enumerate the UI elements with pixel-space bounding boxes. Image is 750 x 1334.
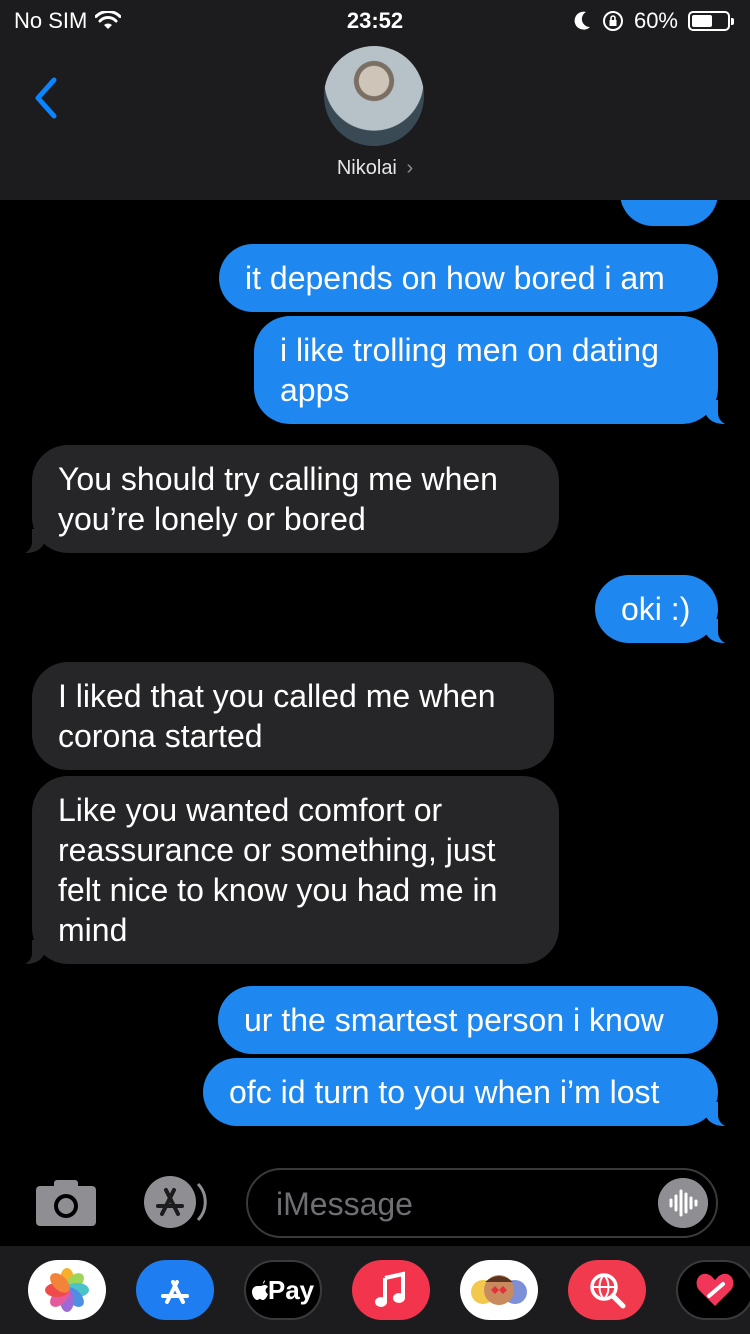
app-store-button-icon[interactable] xyxy=(140,1174,212,1230)
memoji-faces-icon xyxy=(471,1275,527,1305)
photos-flower-icon xyxy=(45,1268,89,1312)
photos-icon[interactable] xyxy=(28,1260,106,1320)
status-right: 60% xyxy=(572,8,734,34)
digital-touch-icon[interactable] xyxy=(676,1260,750,1320)
globe-search-icon xyxy=(590,1273,626,1309)
message-bubble-outgoing[interactable]: oki :) xyxy=(595,575,740,644)
message-bubble-incoming[interactable]: I liked that you called me when corona s… xyxy=(32,662,554,770)
app-drawer: Pay xyxy=(0,1246,750,1334)
contact-name-button[interactable]: Nikolai › xyxy=(0,157,750,180)
battery-icon xyxy=(688,11,734,31)
message-text: ur the smartest person i know xyxy=(244,1002,664,1038)
conversation-header: No SIM 23:52 60% Nikolai › xyxy=(0,0,750,200)
app-store-glyph-icon xyxy=(161,1280,189,1304)
message-field[interactable] xyxy=(246,1168,718,1238)
contact-avatar[interactable] xyxy=(324,46,424,146)
message-text: i like trolling men on dating apps xyxy=(280,332,659,408)
message-bubble-outgoing[interactable]: ofc id turn to you when i’m lost xyxy=(203,1058,740,1127)
message-thread: it depends on how bored i am i like trol… xyxy=(0,200,750,1160)
heart-icon xyxy=(696,1273,734,1306)
message-text: I liked that you called me when corona s… xyxy=(58,678,496,754)
audio-message-icon[interactable] xyxy=(658,1178,708,1228)
status-bar: No SIM 23:52 60% xyxy=(0,0,750,42)
rotation-lock-icon xyxy=(602,11,623,31)
partial-message-bubble xyxy=(620,200,718,226)
app-store-icon[interactable] xyxy=(136,1260,214,1320)
music-icon[interactable] xyxy=(352,1260,430,1320)
message-bubble-outgoing[interactable]: i like trolling men on dating apps xyxy=(254,316,740,425)
apple-pay-label: Pay xyxy=(267,1274,315,1305)
message-bubble-incoming[interactable]: You should try calling me when you’re lo… xyxy=(10,445,559,554)
music-note-icon xyxy=(375,1271,405,1307)
battery-fill xyxy=(692,15,713,27)
message-bubble-incoming[interactable]: Like you wanted comfort or reassurance o… xyxy=(10,776,559,965)
camera-icon[interactable] xyxy=(34,1178,98,1228)
imessage-input[interactable] xyxy=(274,1180,638,1228)
message-bubble-outgoing[interactable]: ur the smartest person i know xyxy=(218,986,718,1054)
message-text: oki :) xyxy=(621,591,691,627)
search-web-icon[interactable] xyxy=(568,1260,646,1320)
input-bar xyxy=(0,1160,750,1246)
apple-pay-icon[interactable]: Pay xyxy=(244,1260,322,1320)
battery-percent: 60% xyxy=(633,8,678,33)
back-chevron-icon[interactable] xyxy=(28,74,68,122)
message-bubble-outgoing[interactable]: it depends on how bored i am xyxy=(219,244,718,312)
message-text: ofc id turn to you when i’m lost xyxy=(229,1074,660,1110)
message-text: You should try calling me when you’re lo… xyxy=(58,461,498,537)
contact-name: Nikolai xyxy=(336,157,397,179)
moon-icon xyxy=(574,11,590,30)
message-text: it depends on how bored i am xyxy=(245,260,665,296)
apple-logo-icon xyxy=(251,1280,268,1300)
chevron-right-icon: › xyxy=(406,157,414,179)
message-text: Like you wanted comfort or reassurance o… xyxy=(58,792,498,948)
memoji-icon[interactable] xyxy=(460,1260,538,1320)
